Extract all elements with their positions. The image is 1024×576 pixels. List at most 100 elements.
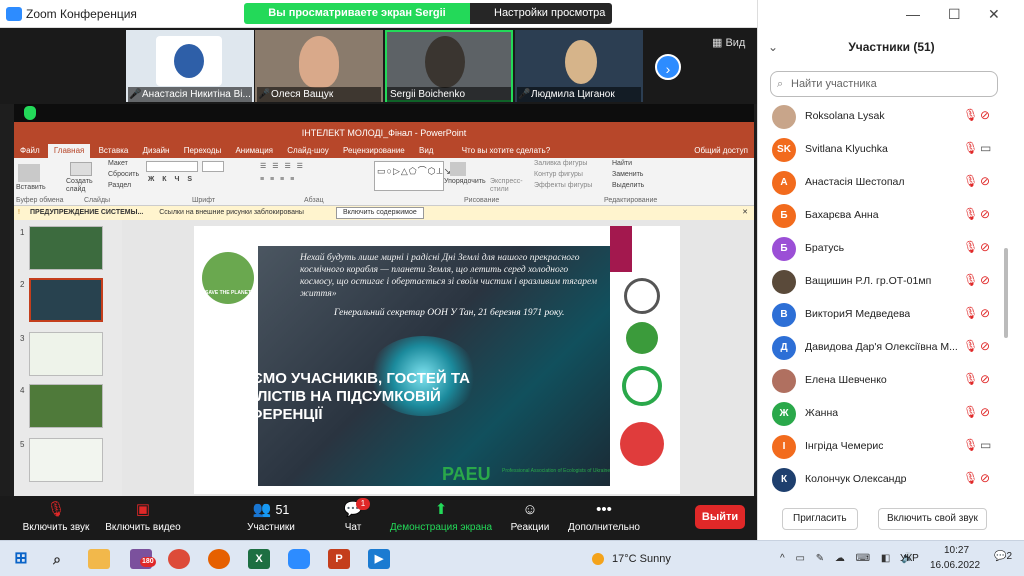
participant-search-input[interactable]: ⌕ Найти участника bbox=[770, 71, 998, 97]
mic-off-icon[interactable]: 🎙 bbox=[963, 273, 978, 287]
video-off-icon[interactable]: ⊘ bbox=[980, 471, 990, 485]
thumb-participant-4[interactable]: 🎤 Людмила Циганок bbox=[515, 30, 643, 102]
ppt-tab-review[interactable]: Рецензирование bbox=[337, 144, 411, 158]
participant-row[interactable]: В ВикториЯ Медведева 🎙 ⊘ bbox=[758, 298, 1003, 331]
video-on-icon[interactable]: ▭ bbox=[980, 141, 991, 155]
next-thumbs-button[interactable]: › bbox=[655, 54, 681, 80]
participant-row[interactable]: К Колончук Олександр 🎙 ⊘ bbox=[758, 463, 1003, 496]
thumb-participant-1[interactable]: 🎤 Анастасія Никитіна Ві... bbox=[126, 30, 254, 102]
ppt-tab-animation[interactable]: Анимация bbox=[229, 144, 279, 158]
participant-row[interactable]: А Анастасія Шестопал 🎙 ⊘ bbox=[758, 166, 1003, 199]
video-off-icon[interactable]: ⊘ bbox=[980, 306, 990, 320]
slide-thumb-5[interactable] bbox=[29, 438, 103, 482]
new-slide-icon[interactable] bbox=[70, 162, 92, 176]
ppt-tab-view[interactable]: Вид bbox=[413, 144, 439, 158]
more-button[interactable]: ••• Дополнительно bbox=[564, 496, 644, 540]
video-on-icon[interactable]: ▭ bbox=[980, 438, 991, 452]
close-icon[interactable]: ✕ bbox=[988, 6, 1000, 23]
ppt-tab-design[interactable]: Дизайн bbox=[137, 144, 176, 158]
slide-thumb-1[interactable] bbox=[29, 226, 103, 270]
thumb-participant-3[interactable]: Sergii Boichenko bbox=[385, 30, 513, 102]
panel-scrollbar[interactable] bbox=[1004, 248, 1008, 338]
video-off-icon[interactable]: ⊘ bbox=[980, 339, 990, 353]
mic-off-icon[interactable]: 🎙 bbox=[963, 306, 978, 320]
participant-row[interactable]: І Інгріда Чемерис 🎙 ▭ bbox=[758, 430, 1003, 463]
mic-off-icon[interactable]: 🎙 bbox=[963, 108, 978, 122]
outline-button[interactable]: Контур фигуры bbox=[534, 171, 583, 178]
start-video-button[interactable]: ▣ Включить видео bbox=[100, 496, 186, 540]
ppt-tab-slideshow[interactable]: Слайд-шоу bbox=[281, 144, 334, 158]
language-indicator[interactable]: УКР bbox=[900, 553, 919, 564]
view-button[interactable]: ▦ Вид bbox=[712, 36, 745, 49]
mic-off-icon[interactable]: 🎙 bbox=[963, 372, 978, 386]
invite-button[interactable]: Пригласить bbox=[782, 508, 858, 530]
chat-button[interactable]: 💬 Чат 1 bbox=[334, 496, 372, 540]
font-size-input[interactable] bbox=[202, 161, 224, 172]
mic-off-icon[interactable]: 🎙 bbox=[963, 174, 978, 188]
participant-row[interactable]: Елена Шевченко 🎙 ⊘ bbox=[758, 364, 1003, 397]
thumb-participant-2[interactable]: 🎤 Олеся Ващук bbox=[255, 30, 383, 102]
participant-row[interactable]: Ващишин Р.Л. гр.ОТ-01мп 🎙 ⊘ bbox=[758, 265, 1003, 298]
mic-off-icon[interactable]: 🎙 bbox=[963, 438, 978, 452]
leave-button[interactable]: Выйти bbox=[695, 505, 745, 529]
select-button[interactable]: Выделить bbox=[612, 182, 644, 189]
shapes-gallery[interactable]: ▭○▷△⬠⌒⬡⟂↘ bbox=[374, 161, 451, 191]
video-off-icon[interactable]: ⊘ bbox=[980, 108, 990, 122]
video-off-icon[interactable]: ⊘ bbox=[980, 372, 990, 386]
effects-button[interactable]: Эффекты фигуры bbox=[534, 182, 592, 189]
participant-row[interactable]: Д Давидова Дар'я Олексіївна М... 🎙 ⊘ bbox=[758, 331, 1003, 364]
notifications-icon[interactable]: 💬2 bbox=[994, 551, 1012, 562]
mic-off-icon[interactable]: 🎙 bbox=[963, 405, 978, 419]
media-icon[interactable]: ▶ bbox=[368, 549, 390, 569]
maximize-icon[interactable]: ☐ bbox=[948, 6, 961, 23]
align-icons[interactable]: ≡ ≡ ≡ ≡ bbox=[260, 176, 296, 183]
slide-thumb-3[interactable] bbox=[29, 332, 103, 376]
ppt-share[interactable]: Общий доступ bbox=[688, 144, 754, 158]
mic-off-icon[interactable]: 🎙 bbox=[963, 141, 978, 155]
fill-button[interactable]: Заливка фигуры bbox=[534, 160, 587, 167]
replace-button[interactable]: Заменить bbox=[612, 171, 643, 178]
ppt-tell-me[interactable]: Что вы хотите сделать? bbox=[456, 144, 556, 158]
powerpoint-icon[interactable]: P bbox=[328, 549, 350, 569]
video-off-icon[interactable]: ⊘ bbox=[980, 240, 990, 254]
clock-date[interactable]: 16.06.2022 bbox=[930, 560, 980, 571]
participant-row[interactable]: Roksolana Lysak 🎙 ⊘ bbox=[758, 100, 1003, 133]
minimize-icon[interactable]: — bbox=[906, 6, 920, 22]
video-off-icon[interactable]: ⊘ bbox=[980, 174, 990, 188]
mic-off-icon[interactable]: 🎙 bbox=[963, 339, 978, 353]
participant-row[interactable]: Б Бахарєва Анна 🎙 ⊘ bbox=[758, 199, 1003, 232]
font-name-input[interactable] bbox=[146, 161, 198, 172]
slide-thumb-4[interactable] bbox=[29, 384, 103, 428]
section-button[interactable]: Раздел bbox=[108, 182, 131, 189]
excel-icon[interactable]: X bbox=[248, 549, 270, 569]
paragraph-icons[interactable]: ☰ ☰ ☰ ☰ bbox=[260, 162, 305, 170]
share-screen-button[interactable]: ⬆ Демонстрация экрана bbox=[386, 496, 496, 540]
viber-icon[interactable]: 180 bbox=[130, 549, 156, 569]
close-icon[interactable]: ✕ bbox=[742, 206, 748, 220]
participant-row[interactable]: Б Братусь 🎙 ⊘ bbox=[758, 232, 1003, 265]
chrome-icon[interactable] bbox=[168, 549, 190, 569]
windows-start-icon[interactable]: ⊞ bbox=[10, 549, 32, 569]
slide-thumb-2[interactable] bbox=[29, 278, 103, 322]
search-icon[interactable]: ⌕ bbox=[46, 549, 68, 569]
mic-off-icon[interactable]: 🎙 bbox=[963, 207, 978, 221]
weather-text[interactable]: 17°C Sunny bbox=[612, 553, 671, 565]
tray-icons[interactable]: ^ ▭ ✎ ☁ ⌨ ◧ 🔊 bbox=[780, 553, 918, 564]
ppt-tab-transitions[interactable]: Переходы bbox=[178, 144, 228, 158]
clock-time[interactable]: 10:27 bbox=[944, 545, 969, 556]
ppt-tab-home[interactable]: Главная bbox=[47, 144, 91, 158]
video-off-icon[interactable]: ⊘ bbox=[980, 273, 990, 287]
explorer-icon[interactable] bbox=[88, 549, 110, 569]
reactions-button[interactable]: ☺ Реакции bbox=[506, 496, 554, 540]
font-format-icons[interactable]: Ж К Ч S bbox=[148, 176, 195, 183]
enable-content-button[interactable]: Включить содержимое bbox=[336, 207, 424, 219]
find-button[interactable]: Найти bbox=[612, 160, 632, 167]
zoom-icon[interactable] bbox=[288, 549, 310, 569]
mic-off-icon[interactable]: 🎙 bbox=[963, 471, 978, 485]
paste-icon[interactable] bbox=[18, 164, 40, 182]
participants-button[interactable]: 👥 51 Участники bbox=[240, 496, 302, 540]
unmute-self-button[interactable]: Включить свой звук bbox=[878, 508, 987, 530]
reset-button[interactable]: Сбросить bbox=[108, 171, 139, 178]
video-off-icon[interactable]: ⊘ bbox=[980, 405, 990, 419]
layout-button[interactable]: Макет bbox=[108, 160, 128, 167]
